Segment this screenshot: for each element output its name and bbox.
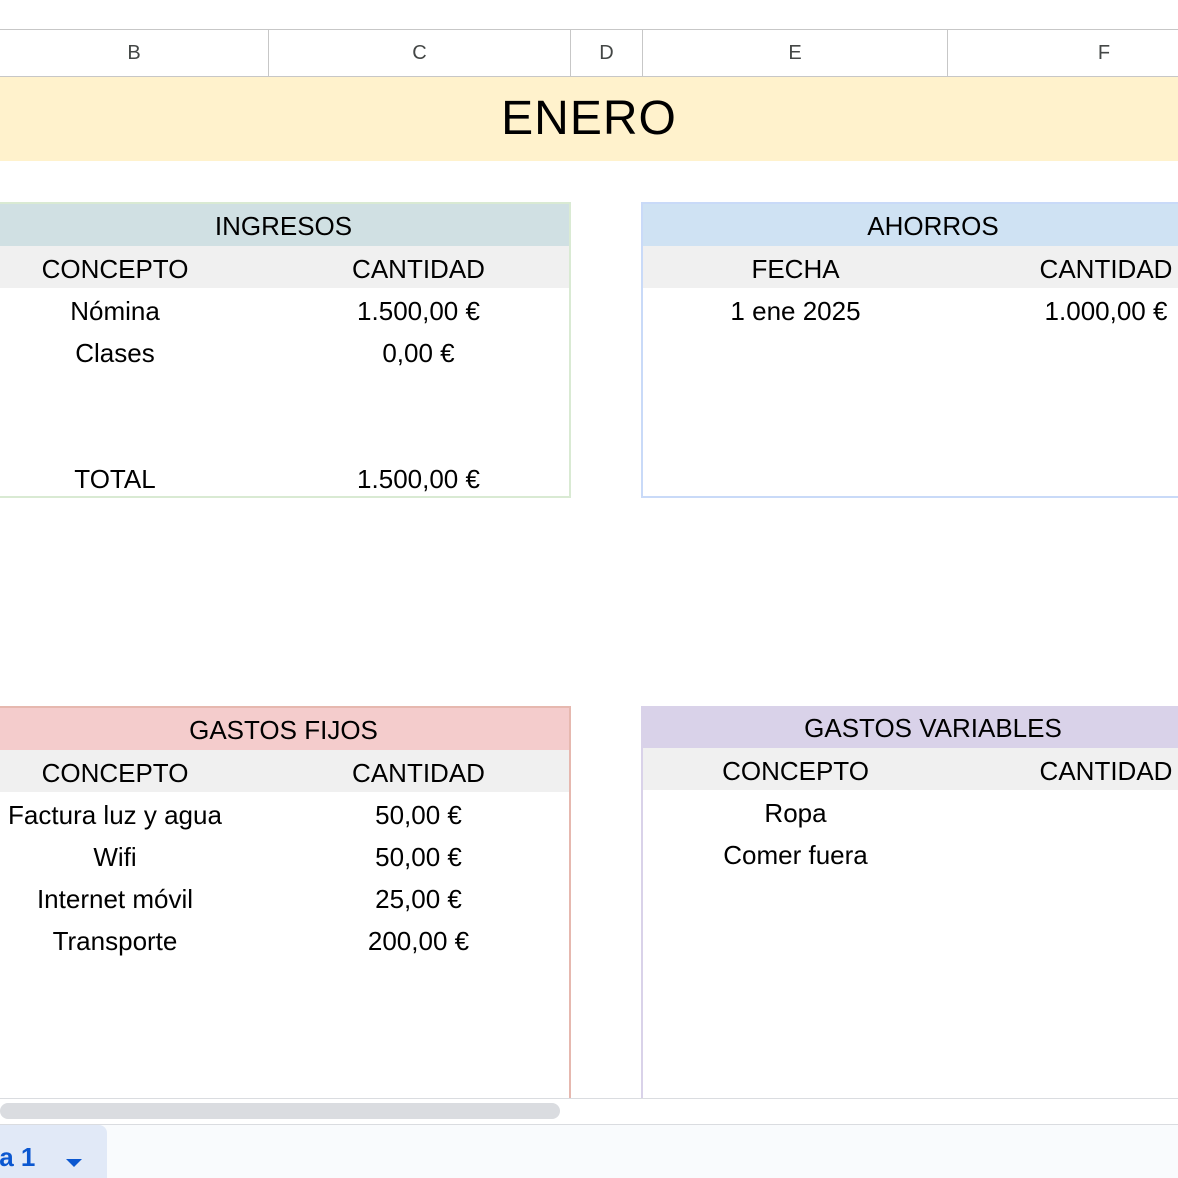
gastos-variables-row-1-concepto[interactable]: Ropa xyxy=(643,792,948,834)
sheet-tab-bar xyxy=(0,1124,1178,1178)
ingresos-row-1-concepto[interactable]: Nómina xyxy=(0,290,232,332)
ingresos-total-label[interactable]: TOTAL xyxy=(0,458,232,500)
gastos-fijos-table: GASTOS FIJOS CONCEPTO CANTIDAD Factura l… xyxy=(0,706,571,1106)
ingresos-header[interactable]: INGRESOS xyxy=(0,204,569,246)
gastos-fijos-col-cantidad[interactable]: CANTIDAD xyxy=(268,752,569,794)
gastos-fijos-header[interactable]: GASTOS FIJOS xyxy=(0,708,569,750)
gastos-variables-row-2-concepto[interactable]: Comer fuera xyxy=(643,834,948,876)
gastos-fijos-col-concepto[interactable]: CONCEPTO xyxy=(0,752,232,794)
gastos-variables-col-cantidad[interactable]: CANTIDAD xyxy=(950,750,1178,792)
ahorros-col-fecha[interactable]: FECHA xyxy=(643,248,948,290)
gastos-fijos-row-3-cantidad[interactable]: 25,00 € xyxy=(268,878,569,920)
ingresos-total-value[interactable]: 1.500,00 € xyxy=(268,458,569,500)
column-header-row: B C D E F xyxy=(0,30,1178,77)
chevron-down-icon[interactable] xyxy=(66,1159,82,1167)
toolbar-strip xyxy=(0,0,1178,30)
gastos-fijos-row-1-concepto[interactable]: Factura luz y agua xyxy=(0,794,232,836)
gastos-variables-col-concepto[interactable]: CONCEPTO xyxy=(643,750,948,792)
gastos-fijos-row-3-concepto[interactable]: Internet móvil xyxy=(0,878,232,920)
ingresos-col-cantidad[interactable]: CANTIDAD xyxy=(268,248,569,290)
spreadsheet-view: B C D E F ENERO INGRESOS CONCEPTO CANTID… xyxy=(0,0,1178,1178)
horizontal-scrollbar-thumb[interactable] xyxy=(0,1103,560,1119)
ingresos-col-concepto[interactable]: CONCEPTO xyxy=(0,248,232,290)
ahorros-header[interactable]: AHORROS xyxy=(643,204,1178,246)
ingresos-row-2-concepto[interactable]: Clases xyxy=(0,332,232,374)
ahorros-row-1-fecha[interactable]: 1 ene 2025 xyxy=(643,290,948,332)
ingresos-row-2-cantidad[interactable]: 0,00 € xyxy=(268,332,569,374)
gastos-fijos-row-1-cantidad[interactable]: 50,00 € xyxy=(268,794,569,836)
column-header-e[interactable]: E xyxy=(643,30,948,76)
column-header-f[interactable]: F xyxy=(948,30,1178,76)
ahorros-table: AHORROS FECHA CANTIDAD 1 ene 2025 1.000,… xyxy=(641,202,1178,498)
column-header-c[interactable]: C xyxy=(269,30,571,76)
ahorros-row-1-cantidad[interactable]: 1.000,00 € xyxy=(950,290,1178,332)
ingresos-row-1-cantidad[interactable]: 1.500,00 € xyxy=(268,290,569,332)
gastos-fijos-row-4-cantidad[interactable]: 200,00 € xyxy=(268,920,569,962)
gastos-variables-header[interactable]: GASTOS VARIABLES xyxy=(643,706,1178,748)
ingresos-table: INGRESOS CONCEPTO CANTIDAD Nómina 1.500,… xyxy=(0,202,571,498)
gastos-fijos-row-2-cantidad[interactable]: 50,00 € xyxy=(268,836,569,878)
ahorros-col-cantidad[interactable]: CANTIDAD xyxy=(950,248,1178,290)
column-header-b[interactable]: B xyxy=(0,30,269,76)
gastos-fijos-row-2-concepto[interactable]: Wifi xyxy=(0,836,232,878)
gastos-variables-table: GASTOS VARIABLES CONCEPTO CANTIDAD Ropa … xyxy=(641,706,1178,1106)
gastos-fijos-row-4-concepto[interactable]: Transporte xyxy=(0,920,232,962)
month-title[interactable]: ENERO xyxy=(0,77,1178,161)
sheet-tab-label[interactable]: ja 1 xyxy=(0,1142,35,1173)
column-header-d[interactable]: D xyxy=(571,30,643,76)
